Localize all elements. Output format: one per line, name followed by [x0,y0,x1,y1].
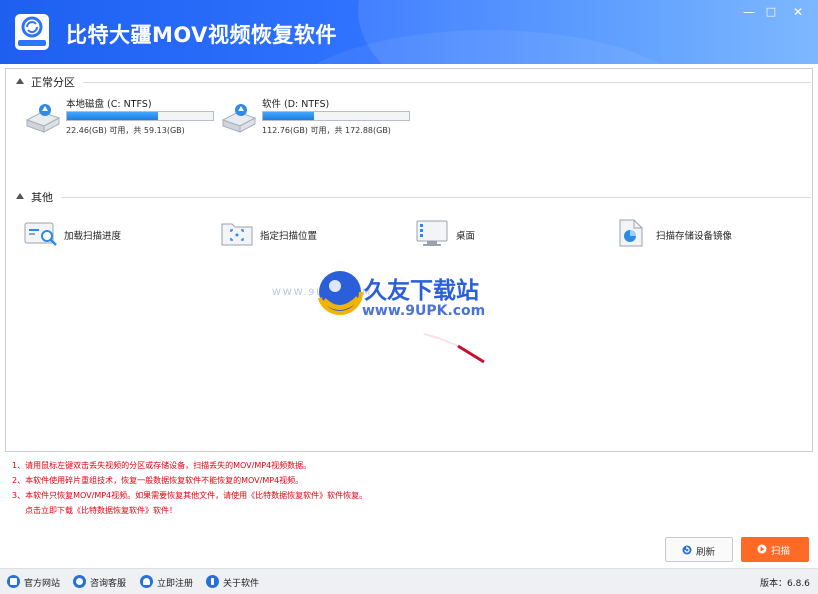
folder-target-icon [221,223,253,246]
drive-usage-fill [263,112,315,120]
drive-c[interactable]: 本地磁盘 (C: NTFS) 22.46(GB) 可用，共 59.13(GB) [24,96,214,146]
home-icon [7,575,20,588]
item-label: 加载扫描进度 [64,231,122,242]
drive-capacity: 112.76(GB) 可用，共 172.88(GB) [262,126,391,135]
watermark-swoosh [423,333,485,364]
maximize-button[interactable]: □ [760,4,782,20]
download-link[interactable]: 点击立即下载《比特数据恢复软件》软件！ [12,503,612,518]
scan-label: 扫描 [771,546,791,557]
section-header-normal[interactable]: 正常分区 [16,74,811,90]
tip-line: 1、请用鼠标左键双击丢失视频的分区或存储设备，扫描丢失的MOV/MP4视频数据。 [12,461,312,470]
tip-line: 3、本软件只恢复MOV/MP4视频。如果需要恢复其他文件，请使用《比特数据恢复软… [12,491,368,500]
watermark-url: www.9UPK.com [362,303,486,319]
section-divider [83,82,811,83]
app-title: 比特大疆MOV视频恢复软件 [66,23,337,47]
item-label: 扫描存储设备镜像 [656,231,733,242]
section-divider [61,197,811,198]
link-label: 官方网站 [24,579,61,589]
refresh-button[interactable]: 刷新 [665,537,733,562]
user-add-icon [140,575,153,588]
drive-d[interactable]: 软件 (D: NTFS) 112.76(GB) 可用，共 172.88(GB) [220,96,410,146]
drive-usage-bar [262,111,410,121]
desktop-item[interactable]: 桌面 [416,219,566,249]
load-scan-progress-item[interactable]: 加载扫描进度 [24,219,174,249]
close-button[interactable]: ✕ [787,4,809,20]
version-label: 版本：6.8.6 [760,579,810,589]
drive-capacity: 22.46(GB) 可用，共 59.13(GB) [66,126,185,135]
drive-usage-bar [66,111,214,121]
drive-name: 软件 (D: NTFS) [262,99,330,110]
load-progress-icon [24,222,57,246]
hard-drive-icon [25,104,61,133]
collapse-triangle-icon[interactable] [16,78,24,84]
watermark-globe-icon [317,269,363,315]
section-header-other[interactable]: 其他 [16,189,811,205]
chat-icon [73,575,86,588]
tip-line: 2、本软件使用碎片重组技术，恢复一般数据恢复软件不能恢复的MOV/MP4视频。 [12,476,304,485]
section-title-normal: 正常分区 [31,76,75,89]
specify-scan-location-item[interactable]: 指定扫描位置 [220,219,370,249]
title-bar: 比特大疆MOV视频恢复软件 — □ ✕ [0,0,818,64]
main-panel: 正常分区 本地磁盘 (C: NTFS) 22.46(GB) 可用，共 59.13… [5,68,813,452]
app-logo-icon [15,14,49,50]
drive-usage-fill [67,112,158,120]
item-label: 桌面 [456,231,476,242]
link-label: 咨询客服 [90,579,127,589]
hard-drive-icon [221,104,257,133]
watermark: WWW.9UPK.COM 久友下载站 www.9UPK.com [272,268,512,368]
scan-icon [757,544,767,554]
tips-panel: 1、请用鼠标左键双击丢失视频的分区或存储设备，扫描丢失的MOV/MP4视频数据。… [12,458,612,518]
item-label: 指定扫描位置 [260,231,318,242]
disk-image-icon [619,219,643,247]
download-icon [206,575,219,588]
collapse-triangle-icon[interactable] [16,193,24,199]
refresh-label: 刷新 [696,547,716,558]
watermark-cn: 久友下载站 [364,278,479,304]
status-bar: 官方网站 咨询客服 立即注册 关于软件 版本：6.8.6 [0,568,818,594]
link-label: 关于软件 [223,579,260,589]
minimize-button[interactable]: — [738,4,760,20]
refresh-icon [682,545,692,555]
drive-name: 本地磁盘 (C: NTFS) [66,99,152,110]
section-title-other: 其他 [31,191,53,204]
scan-button[interactable]: 扫描 [741,537,809,562]
link-label: 立即注册 [157,579,194,589]
desktop-icon [416,220,448,246]
scan-disk-image-item[interactable]: 扫描存储设备镜像 [616,219,776,249]
